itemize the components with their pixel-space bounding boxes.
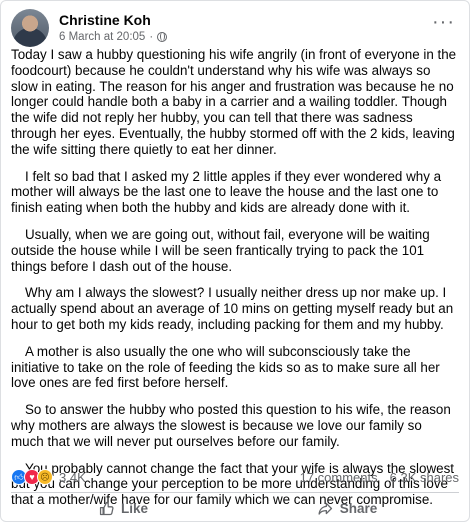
author-name[interactable]: Christine Koh xyxy=(59,12,151,28)
share-label: Share xyxy=(339,500,378,516)
meta-separator: · xyxy=(149,31,154,43)
facebook-post: Christine Koh 6 March at 20:05 · ··· Tod… xyxy=(0,0,470,522)
paragraph: So to answer the hubby who posted this q… xyxy=(11,402,451,449)
comment-count[interactable]: 17 comments xyxy=(300,470,378,485)
share-button[interactable]: Share xyxy=(235,495,459,521)
avatar[interactable] xyxy=(11,9,49,47)
divider xyxy=(11,492,459,493)
post-body: Today I saw a hubby questioning his wife… xyxy=(11,47,457,519)
like-button[interactable]: Like xyxy=(11,495,235,521)
more-options-button[interactable]: ··· xyxy=(432,12,455,32)
reaction-icons[interactable]: 👍︎ ♥ ☹ xyxy=(11,469,53,485)
paragraph: Why am I always the slowest? I usually n… xyxy=(11,285,454,332)
share-arrow-icon xyxy=(318,502,332,515)
share-count[interactable]: 6.3K shares xyxy=(390,470,459,485)
paragraph: I felt so bad that I asked my 2 little a… xyxy=(11,168,442,216)
like-label: Like xyxy=(120,500,148,516)
post-stats: 👍︎ ♥ ☹ 3.4K 17 comments 6.3K shares xyxy=(11,467,459,487)
timestamp[interactable]: 6 March at 20:05 xyxy=(59,31,145,43)
paragraph: Today I saw a hubby questioning his wife… xyxy=(11,47,457,157)
paragraph: Usually, when we are going out, without … xyxy=(11,226,430,274)
post-meta: 6 March at 20:05 · xyxy=(59,31,168,43)
post-header: Christine Koh 6 March at 20:05 · ··· xyxy=(11,9,459,49)
globe-icon xyxy=(157,32,168,42)
sad-icon: ☹ xyxy=(37,469,53,485)
thumbs-up-icon xyxy=(99,501,114,515)
action-bar: Like Share xyxy=(11,495,459,521)
reaction-count[interactable]: 3.4K xyxy=(59,470,86,485)
paragraph: A mother is also usually the one who wil… xyxy=(11,343,440,391)
